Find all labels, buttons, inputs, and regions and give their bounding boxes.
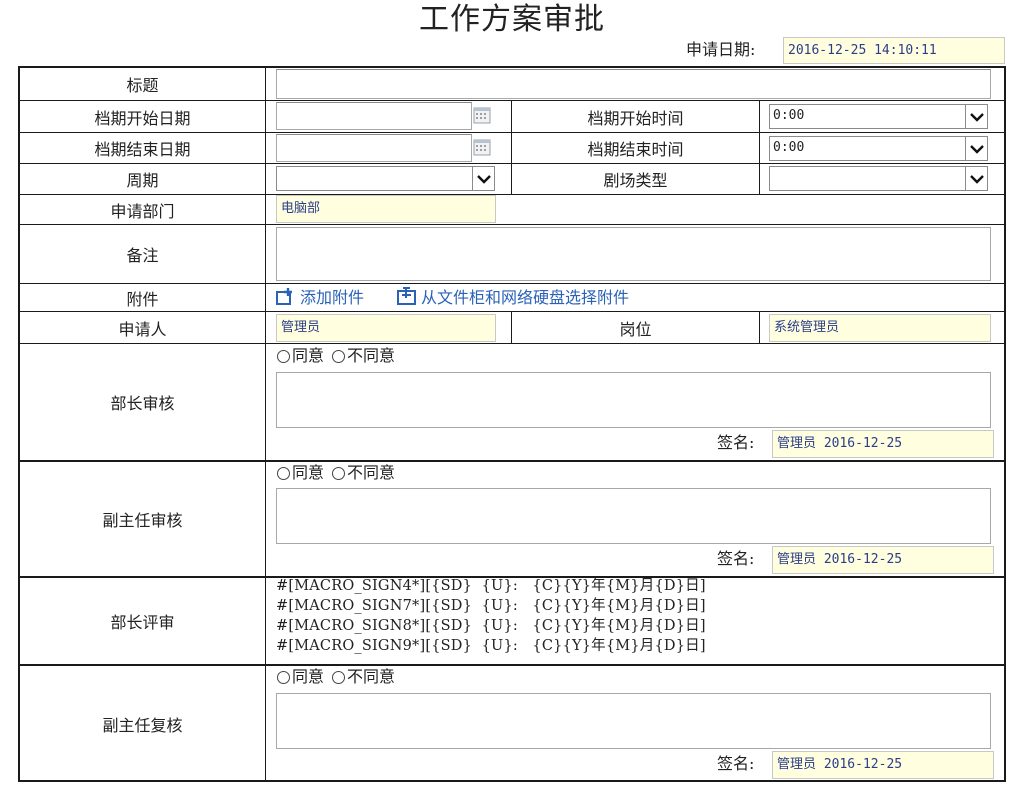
calendar-icon[interactable] xyxy=(473,138,491,156)
attach-add-icon xyxy=(276,288,292,305)
chevron-down-icon[interactable] xyxy=(472,167,494,190)
select-attachment-text: 从文件柜和网络硬盘选择附件 xyxy=(421,288,630,307)
apply-date-label: 申请日期: xyxy=(686,40,756,59)
signature-field[interactable]: 管理员 2016-12-25 xyxy=(772,751,994,779)
dept-label: 申请部门 xyxy=(110,201,175,221)
chevron-down-icon[interactable] xyxy=(965,167,987,190)
end-time-value: 0:00 xyxy=(773,140,805,155)
apply-date-field[interactable]: 2016-12-25 14:10:11 xyxy=(783,37,1005,64)
end-time-select[interactable]: 0:00 xyxy=(769,136,988,161)
disagree-option[interactable]: 不同意 xyxy=(347,667,395,687)
start-time-label: 档期开始时间 xyxy=(587,108,684,128)
approval-radios: 同意 不同意 xyxy=(277,667,395,687)
signature-label: 签名: xyxy=(717,433,755,452)
title-label: 标题 xyxy=(126,75,159,95)
add-attachment-link[interactable]: 添加附件 xyxy=(276,285,364,307)
review-comment-textarea[interactable] xyxy=(276,372,991,428)
signature-label: 签名: xyxy=(717,549,755,568)
page-title: 工作方案审批 xyxy=(419,2,605,37)
signature-label: 签名: xyxy=(717,754,755,773)
remark-label: 备注 xyxy=(126,246,159,265)
signature-field[interactable]: 管理员 2016-12-25 xyxy=(772,546,994,574)
start-date-input[interactable] xyxy=(276,102,472,130)
review-comment-textarea[interactable] xyxy=(276,693,991,749)
macro-sign-line: #[MACRO_SIGN8*][{SD} {U}: {C}{Y}年{M}月{D}… xyxy=(276,618,706,634)
col-divider xyxy=(759,100,760,194)
agree-option[interactable]: 同意 xyxy=(292,463,324,483)
attach-label: 附件 xyxy=(126,289,159,309)
chevron-down-icon[interactable] xyxy=(965,105,987,128)
end-date-label: 档期结束日期 xyxy=(94,140,191,159)
disagree-option[interactable]: 不同意 xyxy=(347,463,395,483)
radio-icon[interactable] xyxy=(277,670,290,684)
calendar-icon[interactable] xyxy=(473,106,491,124)
approval-radios: 同意 不同意 xyxy=(277,346,395,366)
review-label: 部长评审 xyxy=(110,613,175,632)
disagree-option[interactable]: 不同意 xyxy=(347,346,395,366)
col-divider xyxy=(265,67,266,781)
radio-icon[interactable] xyxy=(277,349,290,363)
agree-option[interactable]: 同意 xyxy=(292,346,324,366)
period-select[interactable] xyxy=(276,166,495,191)
applicant-label: 申请人 xyxy=(118,319,167,339)
radio-icon[interactable] xyxy=(332,466,346,480)
theater-type-select[interactable] xyxy=(769,166,988,191)
title-input[interactable] xyxy=(276,69,991,99)
radio-icon[interactable] xyxy=(332,349,346,363)
start-time-select[interactable]: 0:00 xyxy=(769,104,988,129)
period-label: 周期 xyxy=(126,171,159,190)
start-date-label: 档期开始日期 xyxy=(94,108,191,128)
attach-folder-icon xyxy=(397,287,416,305)
start-time-value: 0:00 xyxy=(773,108,805,123)
applicant-field[interactable]: 管理员 xyxy=(276,314,496,342)
end-date-input[interactable] xyxy=(276,134,472,162)
macro-sign-line: #[MACRO_SIGN7*][{SD} {U}: {C}{Y}年{M}月{D}… xyxy=(276,598,706,614)
chevron-down-icon[interactable] xyxy=(965,137,987,160)
review-comment-textarea[interactable] xyxy=(276,488,991,544)
position-field[interactable]: 系统管理员 xyxy=(769,314,991,342)
radio-icon[interactable] xyxy=(332,670,346,684)
theater-type-label: 剧场类型 xyxy=(603,171,668,190)
select-attachment-link[interactable]: 从文件柜和网络硬盘选择附件 xyxy=(397,285,629,307)
review-label: 副主任审核 xyxy=(102,511,183,530)
remark-textarea[interactable] xyxy=(276,227,991,281)
review-label: 副主任复核 xyxy=(102,715,183,735)
end-time-label: 档期结束时间 xyxy=(587,140,684,159)
col-divider xyxy=(759,311,760,343)
review-label: 部长审核 xyxy=(110,394,175,413)
dept-field[interactable]: 电脑部 xyxy=(276,195,496,223)
macro-sign-line: #[MACRO_SIGN9*][{SD} {U}: {C}{Y}年{M}月{D}… xyxy=(276,638,706,654)
macro-sign-line: #[MACRO_SIGN4*][{SD} {U}: {C}{Y}年{M}月{D}… xyxy=(276,578,706,594)
radio-icon[interactable] xyxy=(277,466,290,480)
approval-radios: 同意 不同意 xyxy=(277,463,395,483)
position-label: 岗位 xyxy=(619,319,652,339)
signature-field[interactable]: 管理员 2016-12-25 xyxy=(772,430,994,458)
add-attachment-text: 添加附件 xyxy=(300,288,365,307)
agree-option[interactable]: 同意 xyxy=(292,667,324,687)
